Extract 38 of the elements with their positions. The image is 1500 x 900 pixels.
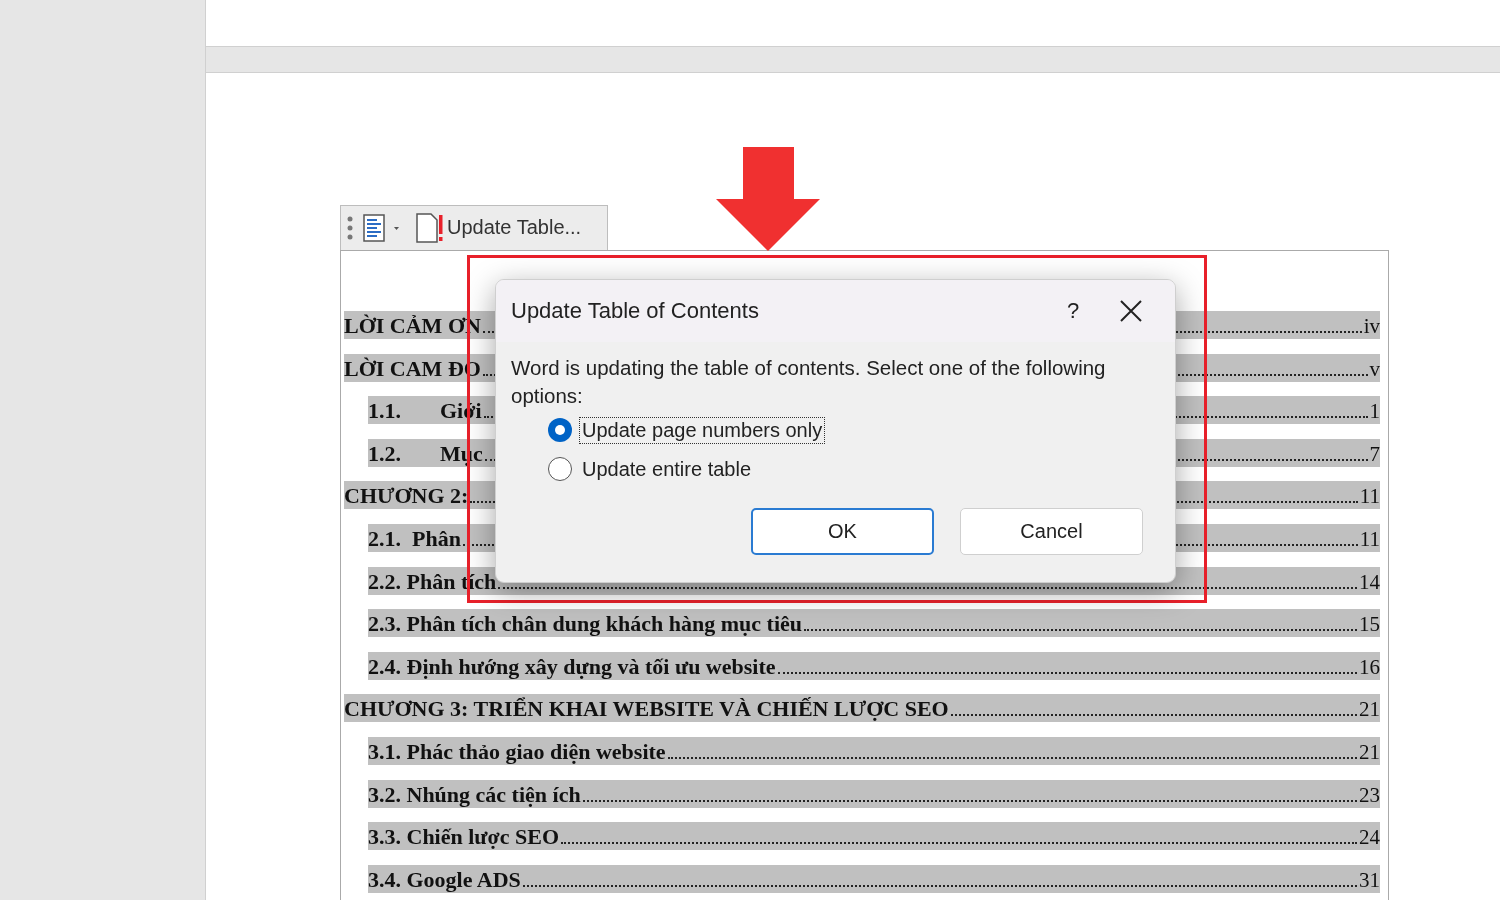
option-label[interactable]: Update entire table — [580, 456, 753, 482]
page-number: 23 — [1359, 781, 1380, 808]
down-arrow-icon — [716, 146, 820, 251]
section-number: 1.1. — [368, 398, 402, 425]
radio-button[interactable] — [548, 418, 572, 443]
page-number: 1 — [1369, 398, 1380, 425]
help-button[interactable]: ? — [1045, 297, 1101, 324]
page-number: 14 — [1359, 568, 1380, 595]
entry-title: 2.1. Phân — [368, 525, 461, 552]
entry-title: CHƯƠNG 3: TRIỂN KHAI WEBSITE VÀ CHIẾN LƯỢC SEO — [344, 696, 949, 723]
page-number: 15 — [1359, 611, 1380, 638]
dialog-message: Word is updating the table of contents. Select one of the following options: — [511, 354, 1107, 409]
page-number: 16 — [1359, 653, 1380, 680]
document-warning-icon — [415, 211, 445, 244]
entry-title: 3.1. Phác thảo giao diện website — [368, 738, 666, 765]
section-number: 1.2. — [368, 440, 402, 467]
page-number: 11 — [1359, 525, 1380, 552]
cancel-button[interactable]: Cancel — [960, 507, 1143, 555]
option-label[interactable]: Update page numbers only — [580, 417, 825, 443]
grip-icon[interactable] — [347, 214, 353, 241]
entry-title: 2.3. Phân tích chân dung khách hàng mục tiêu — [368, 611, 802, 638]
radio-button[interactable] — [548, 457, 572, 482]
entry-title: 3.4. Google ADS — [368, 866, 521, 893]
page-number: 7 — [1369, 440, 1380, 467]
page-number: 21 — [1359, 696, 1380, 723]
entry-title: 2.4. Định hướng xây dựng và tối ưu website — [368, 653, 776, 680]
entry-title: CHƯƠNG 2: — [344, 483, 469, 510]
page-number: 21 — [1359, 738, 1380, 765]
page-number: 11 — [1359, 483, 1380, 510]
page-number: v — [1369, 355, 1380, 382]
ok-button[interactable]: OK — [751, 507, 934, 555]
page-number: 31 — [1359, 866, 1380, 893]
dialog-title: Update Table of Contents — [511, 297, 760, 324]
close-icon — [1120, 299, 1142, 322]
entry-title: 3.3. Chiến lược SEO — [368, 824, 560, 851]
page-number: 24 — [1359, 824, 1380, 851]
page-number: iv — [1363, 313, 1380, 339]
entry-title: 3.2. Nhúng các tiện ích — [368, 781, 581, 808]
